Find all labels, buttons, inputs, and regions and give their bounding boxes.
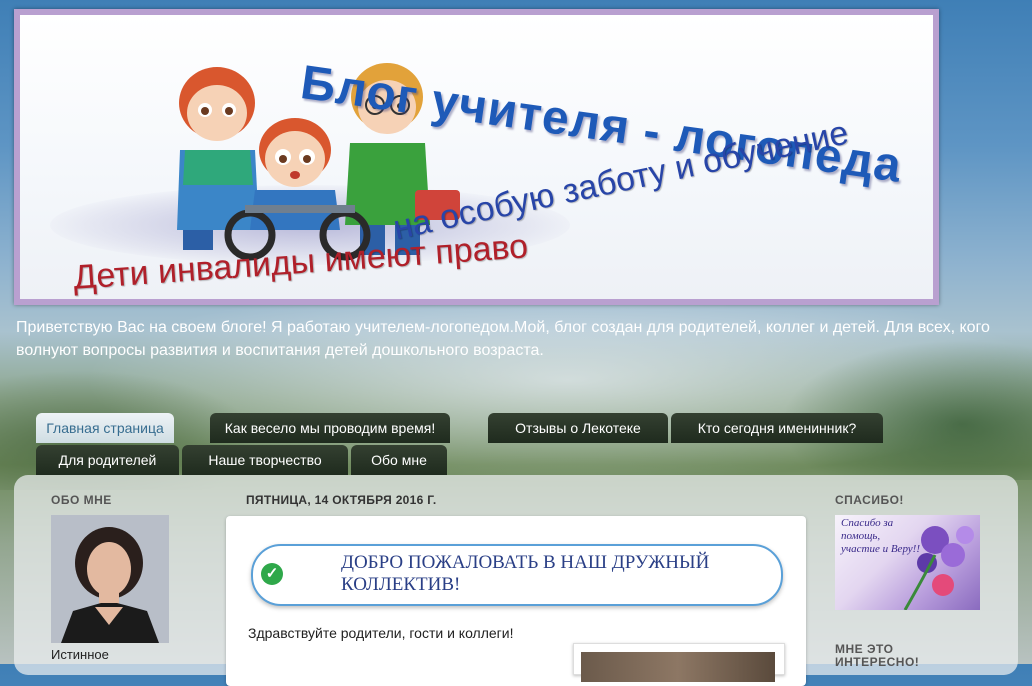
sidebar-interesting-title: МНЕ ЭТО ИНТЕРЕСНО! xyxy=(835,642,920,669)
sidebar-thanks-title: СПАСИБО! xyxy=(835,493,904,507)
profile-name[interactable]: Истинное xyxy=(51,647,109,662)
tab-for-parents[interactable]: Для родителей xyxy=(36,445,179,475)
header-image: Блог учителя - логопеда на особую заботу… xyxy=(20,15,933,299)
sidebar-about-title: ОБО МНЕ xyxy=(51,493,112,507)
tab-home[interactable]: Главная страница xyxy=(36,413,174,443)
thanks-image[interactable]: Спасибо за помощь, участие и Веру!! xyxy=(835,515,980,610)
blog-description: Приветствую Вас на своем блоге! Я работа… xyxy=(16,319,990,359)
thanks-image-text: Спасибо за помощь, участие и Веру!! xyxy=(841,517,921,555)
tab-birthday[interactable]: Кто сегодня именинник? xyxy=(671,413,883,443)
post-date: ПЯТНИЦА, 14 ОКТЯБРЯ 2016 Г. xyxy=(246,493,437,507)
tab-fun-time[interactable]: Как весело мы проводим время! xyxy=(210,413,450,443)
tab-our-creativity[interactable]: Наше творчество xyxy=(182,445,348,475)
tab-about-me[interactable]: Обо мне xyxy=(351,445,447,475)
avatar xyxy=(51,515,169,643)
welcome-text: ДОБРО ПОЖАЛОВАТЬ В НАШ ДРУЖНЫЙ КОЛЛЕКТИВ… xyxy=(341,552,710,595)
header-banner[interactable]: Блог учителя - логопеда на особую заботу… xyxy=(14,9,939,305)
post-image-photo xyxy=(581,652,775,682)
post-greeting: Здравствуйте родители, гости и коллеги! xyxy=(248,625,514,641)
post-image[interactable] xyxy=(573,643,785,682)
check-circle-icon: ✓ xyxy=(261,563,283,585)
tab-lekoteka-reviews[interactable]: Отзывы о Лекотеке xyxy=(488,413,668,443)
profile-photo[interactable] xyxy=(51,515,169,643)
welcome-banner: ✓ ДОБРО ПОЖАЛОВАТЬ В НАШ ДРУЖНЫЙ КОЛЛЕКТ… xyxy=(251,544,783,606)
